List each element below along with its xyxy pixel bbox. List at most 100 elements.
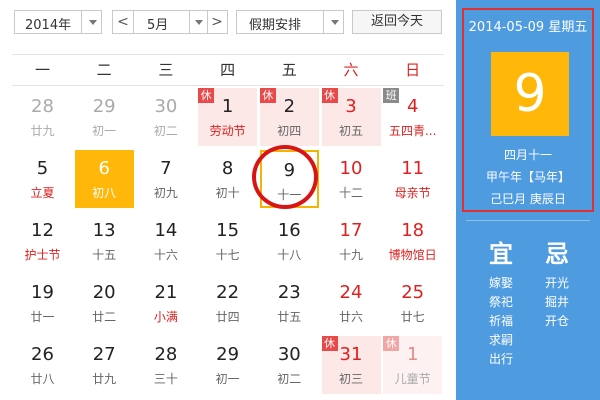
day-cell[interactable]: 17 十九 <box>322 212 381 270</box>
lunar-label: 廿二 <box>92 310 117 324</box>
day-cell[interactable]: 8 初十 <box>198 150 257 208</box>
day-number: 29 <box>92 96 116 117</box>
day-cell[interactable]: 20 廿二 <box>75 274 134 332</box>
day-cell[interactable]: 27 廿九 <box>75 336 134 394</box>
day-number: 8 <box>221 158 234 179</box>
day-cell[interactable]: 24 廿六 <box>322 274 381 332</box>
calendar-main: 2014年 < 5月 > 假期安排 返回今天 一二三四五六日 28 廿九 29 初一 3… <box>0 0 452 400</box>
lunar-label: 儿童节 <box>394 372 431 386</box>
weekday-label: 六 <box>343 61 359 79</box>
day-number: 5 <box>36 158 49 179</box>
day-cell[interactable]: 25 廿七 <box>383 274 442 332</box>
year-select[interactable]: 2014年 <box>14 10 102 34</box>
lunar-label: 廿五 <box>277 310 302 324</box>
lunar-label: 十九 <box>338 248 363 262</box>
lunar-label: 初五 <box>338 124 363 138</box>
lunar-label: 初八 <box>92 186 117 200</box>
weekday-label: 一 <box>34 61 50 79</box>
big-day-number: 9 <box>491 52 569 136</box>
day-cell[interactable]: 休 1 儿童节 <box>383 336 443 394</box>
lunar-label: 廿六 <box>338 310 363 324</box>
day-cell[interactable]: 28 廿九 <box>13 88 72 146</box>
day-cell[interactable]: 28 三十 <box>136 336 195 394</box>
day-cell[interactable]: 22 廿四 <box>198 274 257 332</box>
day-cell[interactable]: 班 4 五四青... <box>383 88 442 146</box>
divider <box>323 11 324 33</box>
lunar-label: 廿一 <box>30 310 55 324</box>
lunar-label: 初九 <box>153 186 178 200</box>
back-to-today-button[interactable]: 返回今天 <box>352 10 442 34</box>
day-detail-panel: 2014-05-09 星期五 9 四月十一 甲午年【马年】 己巳月 庚辰日 宜 … <box>456 0 600 400</box>
lunar-label: 三十 <box>153 372 178 386</box>
day-cell[interactable]: 30 初二 <box>136 88 195 146</box>
day-cell[interactable]: 6 初八 <box>74 150 134 208</box>
day-number: 31 <box>339 344 363 365</box>
day-number: 3 <box>345 96 357 117</box>
day-cell[interactable]: 21 小满 <box>136 274 195 332</box>
day-number: 2 <box>283 96 296 117</box>
day-cell[interactable]: 23 廿五 <box>260 274 319 332</box>
month-select[interactable]: 5月 <box>147 14 168 33</box>
lunar-label: 博物馆日 <box>388 248 437 262</box>
lunar-label: 廿八 <box>30 372 55 386</box>
day-cell[interactable]: 14 十六 <box>136 212 195 270</box>
day-cell[interactable]: 7 初九 <box>136 150 195 208</box>
day-cell[interactable]: 5 立夏 <box>13 150 72 208</box>
weekday-header: 一二三四五六日 <box>12 54 444 86</box>
lunar-label: 初一 <box>92 124 117 138</box>
prev-month-button[interactable]: < <box>113 11 133 33</box>
ganzhi-day: 己巳月 庚辰日 <box>490 192 566 206</box>
day-cell[interactable]: 15 十七 <box>198 212 257 270</box>
day-cell[interactable]: 19 廿一 <box>13 274 72 332</box>
yi-item: 祈福 <box>488 314 513 328</box>
day-cell[interactable]: 29 初一 <box>75 88 134 146</box>
next-month-button[interactable]: > <box>207 11 227 33</box>
holiday-select[interactable]: 假期安排 <box>236 10 344 34</box>
day-number: 30 <box>154 96 178 117</box>
day-cell[interactable]: 休 1 劳动节 <box>198 88 258 146</box>
lunar-label: 十七 <box>215 248 240 262</box>
day-cell[interactable]: 10 十二 <box>322 150 381 208</box>
day-cell[interactable]: 16 十八 <box>260 212 319 270</box>
day-cell[interactable]: 18 博物馆日 <box>383 212 442 270</box>
day-number: 20 <box>92 282 116 303</box>
lunar-label: 初二 <box>277 372 302 386</box>
day-cell[interactable]: 13 十五 <box>75 212 134 270</box>
yi-item: 嫁娶 <box>488 276 513 290</box>
day-cell[interactable]: 9 十一 <box>259 150 319 208</box>
day-cell[interactable]: 11 母亲节 <box>383 150 442 208</box>
day-number: 24 <box>339 282 363 303</box>
weekday-label: 四 <box>220 61 236 79</box>
day-cell[interactable]: 休 31 初三 <box>321 336 381 394</box>
day-number: 13 <box>92 220 116 241</box>
lunar-label: 小满 <box>153 310 178 324</box>
day-cell[interactable]: 30 初二 <box>260 336 319 394</box>
lunar-label: 十六 <box>153 248 178 262</box>
day-number: 26 <box>31 344 54 365</box>
day-number: 22 <box>216 282 240 303</box>
lunar-label: 十五 <box>92 248 117 262</box>
day-cell[interactable]: 26 廿八 <box>13 336 72 394</box>
lunar-label: 初一 <box>215 372 240 386</box>
ji-list: 开光 掘井 开仓 <box>532 274 582 331</box>
day-number: 9 <box>283 160 296 181</box>
ji-title: 忌 <box>545 240 569 268</box>
day-cell[interactable]: 12 护士节 <box>13 212 72 270</box>
lunar-label: 初二 <box>153 124 178 138</box>
day-cell[interactable]: 休 2 初四 <box>259 88 319 146</box>
day-number: 4 <box>406 96 419 117</box>
lunar-label: 初四 <box>277 124 302 138</box>
lunar-label: 立夏 <box>30 186 55 200</box>
day-cell[interactable]: 29 初一 <box>198 336 257 394</box>
chevron-down-icon <box>331 20 339 25</box>
day-number: 17 <box>339 220 363 241</box>
day-number: 7 <box>160 158 172 179</box>
day-cell[interactable]: 休 3 初五 <box>321 88 381 146</box>
ganzhi-year: 甲午年【马年】 <box>485 170 570 184</box>
lunar-label: 初十 <box>215 186 240 200</box>
day-number: 14 <box>154 220 178 241</box>
ji-item: 开光 <box>544 276 569 290</box>
lunar-date: 四月十一 <box>503 148 552 162</box>
day-number: 30 <box>277 344 301 365</box>
chevron-down-icon <box>195 20 203 25</box>
